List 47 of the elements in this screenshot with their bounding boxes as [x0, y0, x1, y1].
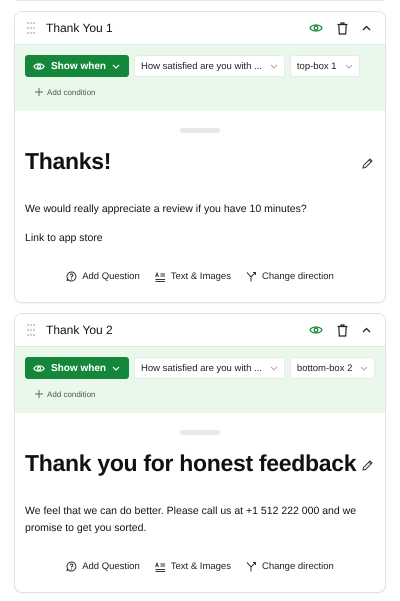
trash-icon[interactable] — [337, 22, 348, 34]
card-title: Thank You 2 — [46, 323, 114, 337]
question-bubble-icon — [66, 271, 78, 282]
paragraph: We feel that we can do better. Please call us at +1 512 222 000 and we promise to get you sorted. — [25, 504, 358, 536]
eye-icon — [33, 62, 45, 70]
question-bubble-icon — [66, 561, 78, 572]
trash-icon[interactable] — [337, 324, 348, 336]
drag-handle-icon[interactable] — [26, 323, 36, 337]
collapse-icon[interactable] — [362, 25, 371, 31]
answer-dropdown[interactable]: bottom-box 2 — [290, 357, 376, 379]
collapse-icon[interactable] — [362, 327, 371, 333]
plus-icon — [35, 390, 43, 398]
add-question-button[interactable]: Add Question — [66, 561, 140, 572]
drag-handle-icon[interactable] — [26, 21, 36, 35]
add-direction-button[interactable]: Change direction — [246, 561, 334, 572]
pencil-icon[interactable] — [362, 460, 373, 471]
eye-icon[interactable] — [309, 325, 323, 335]
chevron-down-icon — [360, 366, 368, 370]
add-condition-button[interactable]: Add condition — [25, 85, 96, 99]
add-direction-button[interactable]: Change direction — [246, 271, 334, 282]
branch-icon — [246, 561, 257, 572]
chevron-down-icon — [270, 64, 278, 68]
add-text-button[interactable]: Text & Images — [154, 561, 231, 572]
pencil-icon[interactable] — [362, 158, 373, 169]
answer-dropdown[interactable]: top-box 1 — [290, 55, 360, 77]
plus-icon — [35, 88, 43, 96]
show-when-dropdown[interactable]: Show when — [25, 357, 129, 379]
add-text-button[interactable]: Text & Images — [154, 271, 231, 282]
heading: Thank you for honest feedback — [25, 450, 356, 477]
question-dropdown[interactable]: How satisfied are you with ... — [134, 55, 285, 77]
card-title: Thank You 1 — [46, 21, 114, 35]
eye-icon — [33, 364, 45, 372]
text-lines-icon — [154, 562, 166, 572]
heading: Thanks! — [25, 148, 112, 175]
text-lines-icon — [154, 272, 166, 282]
question-dropdown[interactable]: How satisfied are you with ... — [134, 357, 285, 379]
chevron-down-icon — [344, 64, 353, 68]
eye-icon[interactable] — [309, 23, 323, 33]
paragraph: We would really appreciate a review if you have 10 minutes? — [25, 202, 308, 217]
show-when-dropdown[interactable]: Show when — [25, 55, 129, 77]
chevron-down-icon — [270, 366, 278, 370]
add-question-button[interactable]: Add Question — [66, 271, 140, 282]
chevron-down-icon — [112, 64, 120, 68]
chevron-down-icon — [112, 366, 120, 370]
add-condition-button[interactable]: Add condition — [25, 387, 96, 401]
branch-icon — [246, 271, 257, 282]
paragraph: Link to app store — [25, 231, 104, 246]
